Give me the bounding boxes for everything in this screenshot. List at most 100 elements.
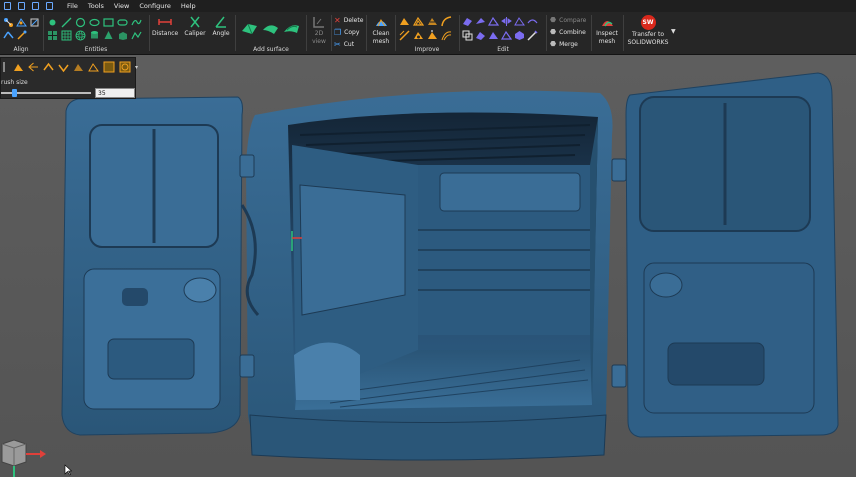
van-mesh-model xyxy=(61,72,839,461)
clean-mesh-button[interactable]: Clean mesh xyxy=(369,15,393,45)
undo-icon[interactable] xyxy=(28,0,42,12)
3d-viewport[interactable] xyxy=(0,55,856,477)
transfer-solidworks-button[interactable]: SW Transfer to SOLIDWORKS xyxy=(626,15,670,46)
edit-invert-icon[interactable] xyxy=(514,30,525,41)
brush-invert-icon[interactable] xyxy=(73,62,84,73)
left-wall-panel xyxy=(299,184,406,316)
edit-brush-icon[interactable] xyxy=(488,30,499,41)
align-auto-icon[interactable] xyxy=(16,17,27,28)
merge-label: Merge xyxy=(559,40,578,48)
edit-split-icon[interactable] xyxy=(488,16,499,27)
edit-select-through-icon[interactable] xyxy=(501,30,512,41)
right-door-recess xyxy=(667,342,765,386)
align-points-icon[interactable] xyxy=(3,17,14,28)
menu-configure[interactable]: Configure xyxy=(139,2,171,10)
redo-icon[interactable] xyxy=(42,0,56,12)
point-entity-icon[interactable] xyxy=(47,17,58,28)
plane-entity-icon[interactable] xyxy=(47,30,58,41)
distance-button[interactable]: Distance xyxy=(152,15,178,37)
right-door-lock xyxy=(649,272,683,298)
brush-circle-select-icon[interactable] xyxy=(119,61,131,73)
brush-size-input[interactable] xyxy=(95,88,135,98)
view-2d-icon xyxy=(313,17,324,28)
brush-grow-icon[interactable] xyxy=(43,62,54,73)
angle-label: Angle xyxy=(212,30,230,37)
inspect-mesh-sublabel: mesh xyxy=(598,38,616,45)
merge-button[interactable]: ⬣ Merge xyxy=(550,39,578,49)
spline-entity-icon[interactable] xyxy=(131,17,142,28)
distance-label: Distance xyxy=(152,30,179,37)
edit-flatten-icon[interactable] xyxy=(514,16,525,27)
delete-icon: ✕ xyxy=(334,15,341,25)
cut-button[interactable]: ✂ Cut xyxy=(334,39,354,49)
surface-patch-icon[interactable] xyxy=(241,21,258,35)
fill-holes-icon[interactable] xyxy=(441,16,452,27)
align-best-fit-icon[interactable] xyxy=(29,17,40,28)
slot-entity-icon[interactable] xyxy=(117,17,128,28)
view-2d-label: 2D xyxy=(314,30,324,37)
edit-lasso-icon[interactable] xyxy=(475,30,486,41)
subdivide-icon[interactable] xyxy=(427,16,438,27)
brush-size-label: rush size xyxy=(1,79,28,86)
edit-trim-icon[interactable] xyxy=(475,16,486,27)
fix-normals-icon[interactable] xyxy=(427,30,438,41)
sharpen-icon[interactable] xyxy=(399,30,410,41)
sphere-entity-icon[interactable] xyxy=(75,30,86,41)
brush-box-select-icon[interactable] xyxy=(103,61,115,73)
axis-gizmo[interactable] xyxy=(0,432,50,477)
left-door-lock xyxy=(183,277,217,303)
mesh-grid-entity-icon[interactable] xyxy=(61,30,72,41)
polyline-entity-icon[interactable] xyxy=(131,30,142,41)
view-2d-button[interactable]: 2D view xyxy=(309,15,329,45)
remesh-icon[interactable] xyxy=(413,30,424,41)
inspect-mesh-button[interactable]: Inspect mesh xyxy=(594,15,620,45)
copy-icon: ❐ xyxy=(334,27,342,37)
delete-button[interactable]: ✕ Delete xyxy=(334,15,363,25)
copy-button[interactable]: ❐ Copy xyxy=(334,27,359,37)
transfer-dropdown-icon[interactable]: ▼ xyxy=(671,28,676,35)
brush-fill-icon[interactable] xyxy=(88,62,99,73)
boundary-icon[interactable] xyxy=(441,30,452,41)
edit-cut-plane-icon[interactable] xyxy=(462,16,473,27)
surface-loft-icon[interactable] xyxy=(283,21,300,35)
cylinder-entity-icon[interactable] xyxy=(89,30,100,41)
cone-entity-icon[interactable] xyxy=(103,30,114,41)
angle-button[interactable]: Angle xyxy=(210,15,232,37)
edit-extrude-icon[interactable] xyxy=(527,16,538,27)
rectangle-entity-icon[interactable] xyxy=(103,17,114,28)
edit-group: Edit xyxy=(461,12,545,54)
clean-mesh-icon xyxy=(375,19,387,27)
decimate-icon[interactable] xyxy=(413,16,424,27)
line-entity-icon[interactable] xyxy=(61,17,72,28)
combine-button[interactable]: ⬣ Combine xyxy=(550,27,586,37)
surface-extrude-icon[interactable] xyxy=(262,21,279,35)
transfer-sublabel: SOLIDWORKS xyxy=(627,39,669,46)
brush-select-icon[interactable] xyxy=(13,62,24,73)
new-file-icon[interactable] xyxy=(0,0,14,12)
align-plane-icon[interactable] xyxy=(3,30,14,41)
edit-pen-icon[interactable] xyxy=(527,30,538,41)
menu-file[interactable]: File xyxy=(67,2,78,10)
open-file-icon[interactable] xyxy=(14,0,28,12)
clean-mesh-sublabel: mesh xyxy=(372,38,390,45)
menu-tools[interactable]: Tools xyxy=(88,2,104,10)
ellipse-entity-icon[interactable] xyxy=(89,17,100,28)
wheel-arch xyxy=(294,342,360,400)
panel-dropdown-icon[interactable]: ▾ xyxy=(135,64,138,71)
compare-icon: ⬣ xyxy=(550,16,557,24)
circle-entity-icon[interactable] xyxy=(75,17,86,28)
caliper-button[interactable]: Caliper xyxy=(183,15,207,37)
menu-bar: File Tools View Configure Help xyxy=(0,0,856,12)
box-entity-icon[interactable] xyxy=(117,30,128,41)
smooth-icon[interactable] xyxy=(399,16,410,27)
solidworks-logo-icon: SW xyxy=(640,15,656,30)
brush-shrink-icon[interactable] xyxy=(58,62,69,73)
brush-size-slider-thumb[interactable] xyxy=(12,89,17,97)
edit-box-select-icon[interactable] xyxy=(462,30,473,41)
align-axis-icon[interactable] xyxy=(16,30,27,41)
menu-view[interactable]: View xyxy=(114,2,129,10)
compare-button[interactable]: ⬣ Compare xyxy=(550,15,586,25)
brush-deselect-icon[interactable] xyxy=(28,62,39,73)
edit-mirror-icon[interactable] xyxy=(501,16,512,27)
menu-help[interactable]: Help xyxy=(181,2,196,10)
